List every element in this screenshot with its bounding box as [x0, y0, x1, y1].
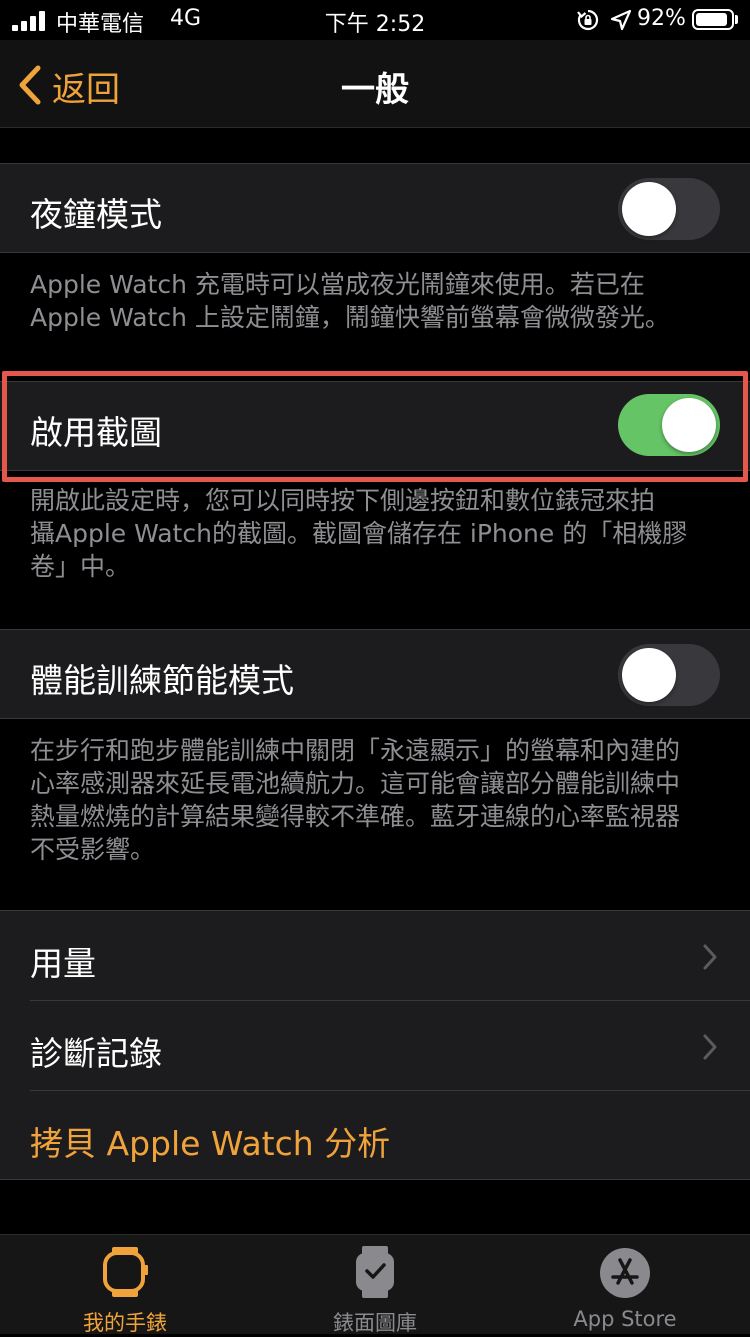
footer-line: 攝Apple Watch的截圖。截圖會儲存在 iPhone 的「相機膠 — [30, 519, 688, 548]
location-arrow-icon — [610, 9, 632, 31]
app-store-icon — [600, 1248, 650, 1298]
diagnostics-row[interactable]: 診斷記錄 — [0, 1001, 750, 1091]
footer-line: 卷」中。 — [30, 552, 131, 581]
analytics-group: 用量 診斷記錄 拷貝 Apple Watch 分析 — [0, 910, 750, 1180]
watch-icon — [103, 1247, 148, 1297]
watch-face-icon — [356, 1246, 394, 1298]
highlight-box — [2, 371, 748, 482]
battery-icon — [692, 9, 734, 30]
tab-app-store[interactable]: App Store — [500, 1235, 750, 1335]
toggle-knob — [622, 648, 676, 702]
copy-analytics-row[interactable]: 拷貝 Apple Watch 分析 — [0, 1091, 750, 1181]
tab-label: App Store — [573, 1307, 677, 1331]
tab-bar: 我的手錶 錶面圖庫 App Store — [0, 1234, 750, 1335]
tab-my-watch[interactable]: 我的手錶 — [0, 1235, 250, 1335]
chevron-right-icon — [703, 944, 717, 970]
chevron-right-icon — [703, 1034, 717, 1060]
footer-line: 在步行和跑步體能訓練中關閉「永遠顯示」的螢幕和內建的 — [30, 736, 681, 765]
footer-line: Apple Watch 充電時可以當成夜光鬧鐘來使用。若已在 — [30, 270, 645, 299]
battery-percentage: 92% — [637, 6, 686, 31]
tab-label: 我的手錶 — [83, 1311, 167, 1335]
rotation-lock-icon — [577, 9, 599, 31]
status-bar: 中華電信 4G 下午 2:52 92% — [0, 0, 750, 40]
navigation-bar: 返回 一般 — [0, 40, 750, 128]
usage-row[interactable]: 用量 — [0, 911, 750, 1001]
footer-line: 熱量燃燒的計算結果變得較不準確。藍牙連線的心率監視器 — [30, 802, 681, 831]
footer-line: 開啟此設定時，您可以同時按下側邊按鈕和數位錶冠來拍 — [30, 486, 656, 515]
workout-power-saving-toggle[interactable] — [618, 644, 720, 706]
footer-line: Apple Watch 上設定鬧鐘，鬧鐘快響前螢幕會微微發光。 — [30, 303, 670, 332]
night-mode-footer: Apple Watch 充電時可以當成夜光鬧鐘來使用。若已在 Apple Wat… — [30, 268, 730, 334]
diagnostics-label: 診斷記錄 — [30, 1034, 162, 1073]
tab-label: 錶面圖庫 — [333, 1311, 417, 1335]
night-mode-toggle[interactable] — [618, 178, 720, 240]
battery-cap — [735, 15, 738, 24]
workout-power-saving-label: 體能訓練節能模式 — [30, 661, 294, 700]
toggle-knob — [622, 182, 676, 236]
workout-power-saving-row: 體能訓練節能模式 — [0, 629, 750, 719]
copy-analytics-button[interactable]: 拷貝 Apple Watch 分析 — [30, 1117, 390, 1165]
screenshots-footer: 開啟此設定時，您可以同時按下側邊按鈕和數位錶冠來拍 攝Apple Watch的截… — [30, 484, 730, 583]
night-mode-row: 夜鐘模式 — [0, 163, 750, 253]
footer-line: 不受影響。 — [30, 835, 156, 864]
workout-power-saving-footer: 在步行和跑步體能訓練中關閉「永遠顯示」的螢幕和內建的 心率感測器來延長電池續航力… — [30, 734, 730, 866]
usage-label: 用量 — [30, 944, 96, 983]
footer-line: 心率感測器來延長電池續航力。這可能會讓部分體能訓練中 — [30, 769, 681, 798]
tab-face-gallery[interactable]: 錶面圖庫 — [250, 1235, 500, 1335]
page-title: 一般 — [341, 70, 409, 110]
night-mode-label: 夜鐘模式 — [30, 195, 162, 234]
